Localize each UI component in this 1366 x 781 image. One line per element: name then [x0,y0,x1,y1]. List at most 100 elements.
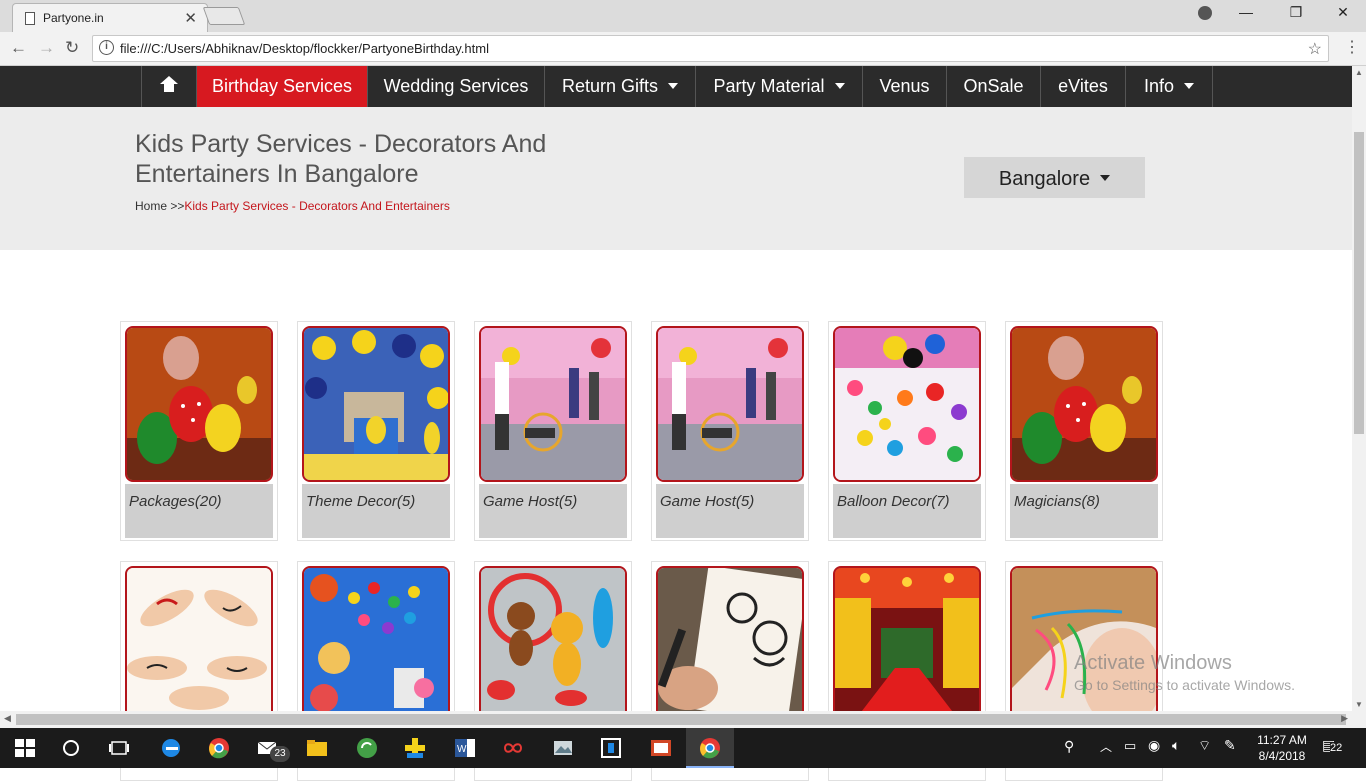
chrome-icon[interactable] [208,737,230,759]
page-header: Kids Party Services - Decorators And Ent… [0,107,1352,250]
nav-label: Info [1143,76,1175,96]
sync-app-icon[interactable] [356,737,378,759]
bookmark-star-icon[interactable]: ☆ [1308,39,1322,59]
card-label: Game Host(5) [479,484,627,538]
breadcrumb-home[interactable]: Home [135,199,167,213]
vertical-scrollbar[interactable]: ▲ ▼ [1352,66,1366,711]
search-icon[interactable] [60,737,82,759]
nav-onsale[interactable]: OnSale [946,66,1040,107]
card-label: Game Host(5) [656,484,804,538]
svg-text:W: W [457,744,467,755]
info-icon[interactable]: i [99,40,114,55]
nav-label: Wedding Services [383,76,529,96]
profile-icon[interactable] [1198,6,1212,20]
card-image [302,566,450,722]
nav-label: OnSale [963,76,1024,96]
nav-evites[interactable]: eVites [1040,66,1125,107]
url-text: file:///C:/Users/Abhiknav/Desktop/flockk… [120,41,489,56]
card-label: Magicians(8) [1010,484,1158,538]
service-card[interactable]: Packages(20) [120,321,278,541]
card-image [656,326,804,482]
windows-start-icon[interactable] [14,737,36,759]
caret-down-icon [1100,175,1111,182]
city-dropdown[interactable]: Bangalore [964,157,1145,198]
tab-title: Partyone.in [43,11,104,25]
mail-badge: 23 [270,746,290,762]
breadcrumb-current[interactable]: Kids Party Services - Decorators And Ent… [184,199,449,213]
pen-icon[interactable]: ✎ [1224,737,1236,754]
clock-time: 11:27 AM [1257,733,1307,747]
nav-label: Return Gifts [561,76,659,96]
scroll-thumb[interactable] [1354,132,1364,434]
service-card[interactable]: Game Host(5) [474,321,632,541]
task-view-icon[interactable] [108,737,130,759]
minimize-icon[interactable]: — [1231,4,1261,20]
maximize-icon[interactable]: ❐ [1281,4,1311,21]
volume-icon[interactable]: 🔈︎ [1172,737,1180,754]
browser-tabstrip: Partyone.in ✕ — ❐ ✕ [0,0,1366,32]
scroll-thumb[interactable] [16,714,1346,725]
nav-return-gifts[interactable]: Return Gifts [544,66,695,107]
caret-down-icon [834,82,845,89]
caret-down-icon [1184,82,1195,89]
service-card[interactable]: Theme Decor(5) [297,321,455,541]
nav-venus[interactable]: Venus [862,66,946,107]
nav-birthday-services[interactable]: Birthday Services [196,66,367,107]
browser-menu-icon[interactable]: ⋮ [1344,37,1360,57]
infinity-app-icon[interactable] [502,737,524,759]
activation-watermark: Activate Windows Go to Settings to activ… [1074,652,1295,693]
edge-icon[interactable] [160,737,182,759]
nav-label: Birthday Services [211,76,353,96]
scroll-down-icon[interactable]: ▼ [1355,700,1363,709]
back-icon[interactable]: ← [10,38,27,58]
reload-icon[interactable]: ↻ [65,38,79,58]
wifi-icon[interactable]: ⌔ [1198,737,1211,755]
health-app-icon[interactable] [404,737,426,759]
people-icon[interactable]: ⚲ [1064,738,1074,755]
card-label: Theme Decor(5) [302,484,450,538]
home-icon [160,76,178,92]
battery-icon[interactable]: ▭ [1124,738,1136,754]
card-image [1010,326,1158,482]
word-icon[interactable]: W [454,737,476,759]
tray-app-icon[interactable]: ◉ [1148,737,1160,754]
nav-label: Venus [879,76,930,96]
file-explorer-icon[interactable] [306,737,328,759]
powerpoint-icon[interactable] [650,737,672,759]
nav-home[interactable] [141,66,196,107]
card-image [656,566,804,722]
nav-wedding-services[interactable]: Wedding Services [367,66,544,107]
new-tab-button[interactable] [202,7,246,25]
close-window-icon[interactable]: ✕ [1328,4,1358,21]
city-label: Bangalore [998,168,1091,190]
active-chrome-task[interactable] [686,728,734,768]
address-bar[interactable]: i file:///C:/Users/Abhiknav/Desktop/floc… [92,35,1329,62]
scroll-right-icon[interactable]: ▶ [1341,713,1348,724]
watermark-line1: Activate Windows [1074,652,1232,674]
card-image [479,566,627,722]
caret-down-icon [668,82,679,89]
breadcrumb: Home >>Kids Party Services - Decorators … [135,199,450,213]
tab-close-icon[interactable]: ✕ [184,9,197,27]
horizontal-scrollbar[interactable]: ◀ ▶ [0,711,1366,728]
nav-party-material[interactable]: Party Material [695,66,862,107]
clock-date: 8/4/2018 [1258,749,1306,763]
page-icon [25,12,35,25]
show-hidden-icons[interactable]: ︿ [1100,738,1112,755]
scroll-up-icon[interactable]: ▲ [1355,68,1363,77]
card-image [833,326,981,482]
clock[interactable]: 11:27 AM 8/4/2018 [1254,732,1310,764]
app-window-icon[interactable] [600,737,622,759]
image-viewer-icon[interactable] [552,737,574,759]
watermark-line2: Go to Settings to activate Windows. [1074,677,1295,693]
forward-icon[interactable]: → [38,38,55,58]
nav-info[interactable]: Info [1125,66,1213,107]
service-card[interactable]: Magicians(8) [1005,321,1163,541]
card-image [125,326,273,482]
nav-label: eVites [1058,76,1108,96]
site-navbar: Birthday Services Wedding Services Retur… [0,66,1352,107]
browser-tab[interactable]: Partyone.in ✕ [12,3,208,32]
service-card[interactable]: Game Host(5) [651,321,809,541]
service-card[interactable]: Balloon Decor(7) [828,321,986,541]
scroll-left-icon[interactable]: ◀ [4,713,11,724]
